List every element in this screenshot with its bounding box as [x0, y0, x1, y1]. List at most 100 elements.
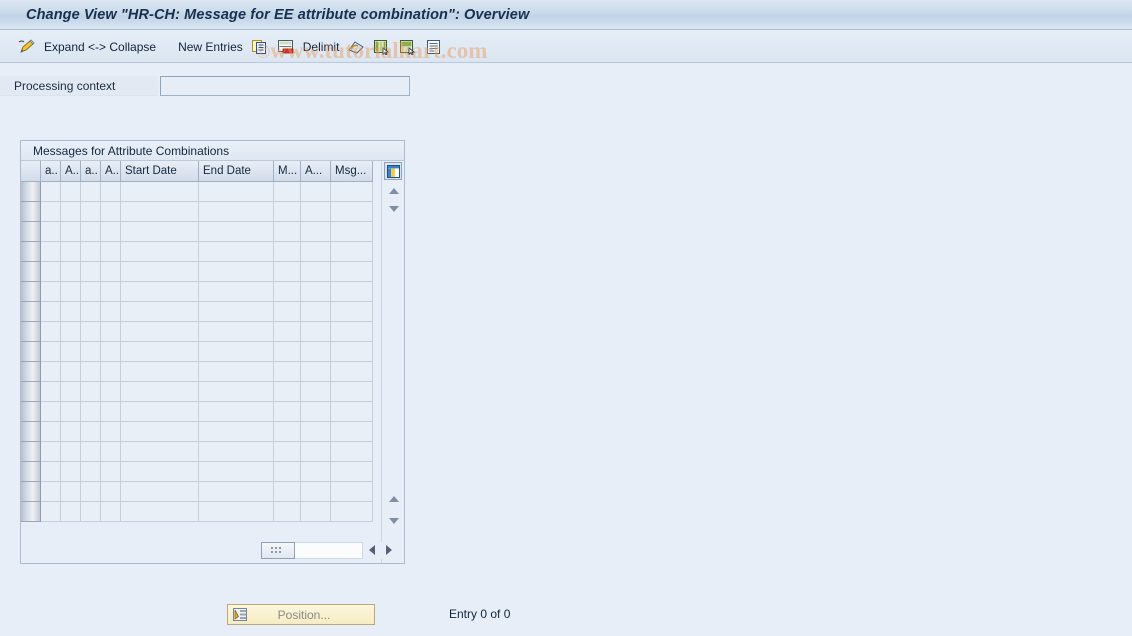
table-cell-col-a2[interactable] [61, 482, 81, 502]
table-cell-col-m[interactable] [274, 482, 301, 502]
table-cell-col-a3[interactable] [81, 502, 101, 522]
table-cell-col-m[interactable] [274, 342, 301, 362]
table-settings-icon[interactable] [384, 162, 402, 180]
table-cell-col-start-date[interactable] [121, 282, 199, 302]
table-cell-col-m[interactable] [274, 222, 301, 242]
table-cell-col-end-date[interactable] [199, 282, 274, 302]
table-cell-col-a4[interactable] [101, 382, 121, 402]
scroll-down-button[interactable] [385, 201, 402, 216]
table-cell-col-a3[interactable] [81, 322, 101, 342]
table-cell-col-a5[interactable] [301, 242, 331, 262]
table-cell-col-a2[interactable] [61, 342, 81, 362]
row-selector-button[interactable] [21, 202, 41, 222]
table-row[interactable] [21, 302, 373, 322]
table-cell-col-a4[interactable] [101, 222, 121, 242]
select-all-button[interactable] [369, 36, 395, 58]
table-cell-col-a4[interactable] [101, 482, 121, 502]
scroll-left-button[interactable] [363, 541, 380, 559]
table-cell-col-m[interactable] [274, 462, 301, 482]
table-cell-col-a5[interactable] [301, 422, 331, 442]
expand-collapse-button[interactable]: Expand <-> Collapse [40, 36, 160, 58]
row-selector-button[interactable] [21, 402, 41, 422]
table-cell-col-start-date[interactable] [121, 482, 199, 502]
table-cell-col-m[interactable] [274, 502, 301, 522]
table-cell-col-m[interactable] [274, 202, 301, 222]
table-cell-col-msg[interactable] [331, 202, 373, 222]
table-cell-col-msg[interactable] [331, 242, 373, 262]
table-cell-col-end-date[interactable] [199, 502, 274, 522]
table-cell-col-start-date[interactable] [121, 202, 199, 222]
table-cell-col-a3[interactable] [81, 242, 101, 262]
table-row[interactable] [21, 362, 373, 382]
table-cell-col-a4[interactable] [101, 322, 121, 342]
table-cell-col-end-date[interactable] [199, 462, 274, 482]
table-cell-col-msg[interactable] [331, 502, 373, 522]
row-selector-button[interactable] [21, 342, 41, 362]
table-cell-col-m[interactable] [274, 182, 301, 202]
table-cell-col-a2[interactable] [61, 382, 81, 402]
table-row[interactable] [21, 422, 373, 442]
table-cell-col-a3[interactable] [81, 402, 101, 422]
table-cell-col-m[interactable] [274, 282, 301, 302]
table-row[interactable] [21, 182, 373, 202]
table-cell-col-a4[interactable] [101, 302, 121, 322]
delete-row-button[interactable] [273, 36, 299, 58]
column-header-col-msg[interactable]: Msg... [331, 161, 373, 182]
table-cell-col-msg[interactable] [331, 262, 373, 282]
table-cell-col-a2[interactable] [61, 362, 81, 382]
table-row[interactable] [21, 222, 373, 242]
table-cell-col-a1[interactable] [41, 322, 61, 342]
table-cell-col-msg[interactable] [331, 422, 373, 442]
table-cell-col-m[interactable] [274, 402, 301, 422]
table-cell-col-a4[interactable] [101, 502, 121, 522]
table-cell-col-a4[interactable] [101, 182, 121, 202]
table-cell-col-a2[interactable] [61, 442, 81, 462]
details-button[interactable] [421, 36, 447, 58]
edit-button[interactable] [14, 36, 40, 58]
table-cell-col-start-date[interactable] [121, 222, 199, 242]
table-cell-col-a4[interactable] [101, 262, 121, 282]
table-cell-col-a3[interactable] [81, 342, 101, 362]
table-cell-col-a2[interactable] [61, 462, 81, 482]
table-cell-col-a3[interactable] [81, 302, 101, 322]
table-cell-col-msg[interactable] [331, 462, 373, 482]
row-selector-button[interactable] [21, 362, 41, 382]
table-cell-col-a5[interactable] [301, 262, 331, 282]
table-cell-col-a2[interactable] [61, 282, 81, 302]
table-cell-col-a5[interactable] [301, 502, 331, 522]
column-header-col-a5[interactable]: A... [301, 161, 331, 182]
table-cell-col-a3[interactable] [81, 362, 101, 382]
table-cell-col-a3[interactable] [81, 422, 101, 442]
table-cell-col-a5[interactable] [301, 182, 331, 202]
table-cell-col-a5[interactable] [301, 282, 331, 302]
table-cell-col-a3[interactable] [81, 202, 101, 222]
table-cell-col-a4[interactable] [101, 242, 121, 262]
table-cell-col-m[interactable] [274, 262, 301, 282]
new-entries-button[interactable]: New Entries [174, 36, 247, 58]
table-cell-col-a5[interactable] [301, 362, 331, 382]
table-cell-col-a5[interactable] [301, 402, 331, 422]
table-row[interactable] [21, 462, 373, 482]
table-cell-col-a3[interactable] [81, 382, 101, 402]
table-cell-col-a5[interactable] [301, 342, 331, 362]
table-cell-col-m[interactable] [274, 242, 301, 262]
table-cell-col-start-date[interactable] [121, 462, 199, 482]
table-cell-col-start-date[interactable] [121, 362, 199, 382]
table-cell-col-a2[interactable] [61, 182, 81, 202]
table-row[interactable] [21, 442, 373, 462]
table-cell-col-msg[interactable] [331, 282, 373, 302]
row-selector-button[interactable] [21, 302, 41, 322]
table-cell-col-m[interactable] [274, 322, 301, 342]
table-cell-col-a2[interactable] [61, 222, 81, 242]
table-cell-col-m[interactable] [274, 302, 301, 322]
horizontal-scrollbar[interactable] [261, 541, 397, 559]
scroll-up-button[interactable] [385, 183, 402, 198]
table-row[interactable] [21, 202, 373, 222]
table-cell-col-a5[interactable] [301, 382, 331, 402]
column-header-row-selector[interactable] [21, 161, 41, 182]
table-cell-col-a3[interactable] [81, 442, 101, 462]
table-cell-col-start-date[interactable] [121, 342, 199, 362]
table-row[interactable] [21, 282, 373, 302]
row-selector-button[interactable] [21, 382, 41, 402]
table-cell-col-start-date[interactable] [121, 442, 199, 462]
